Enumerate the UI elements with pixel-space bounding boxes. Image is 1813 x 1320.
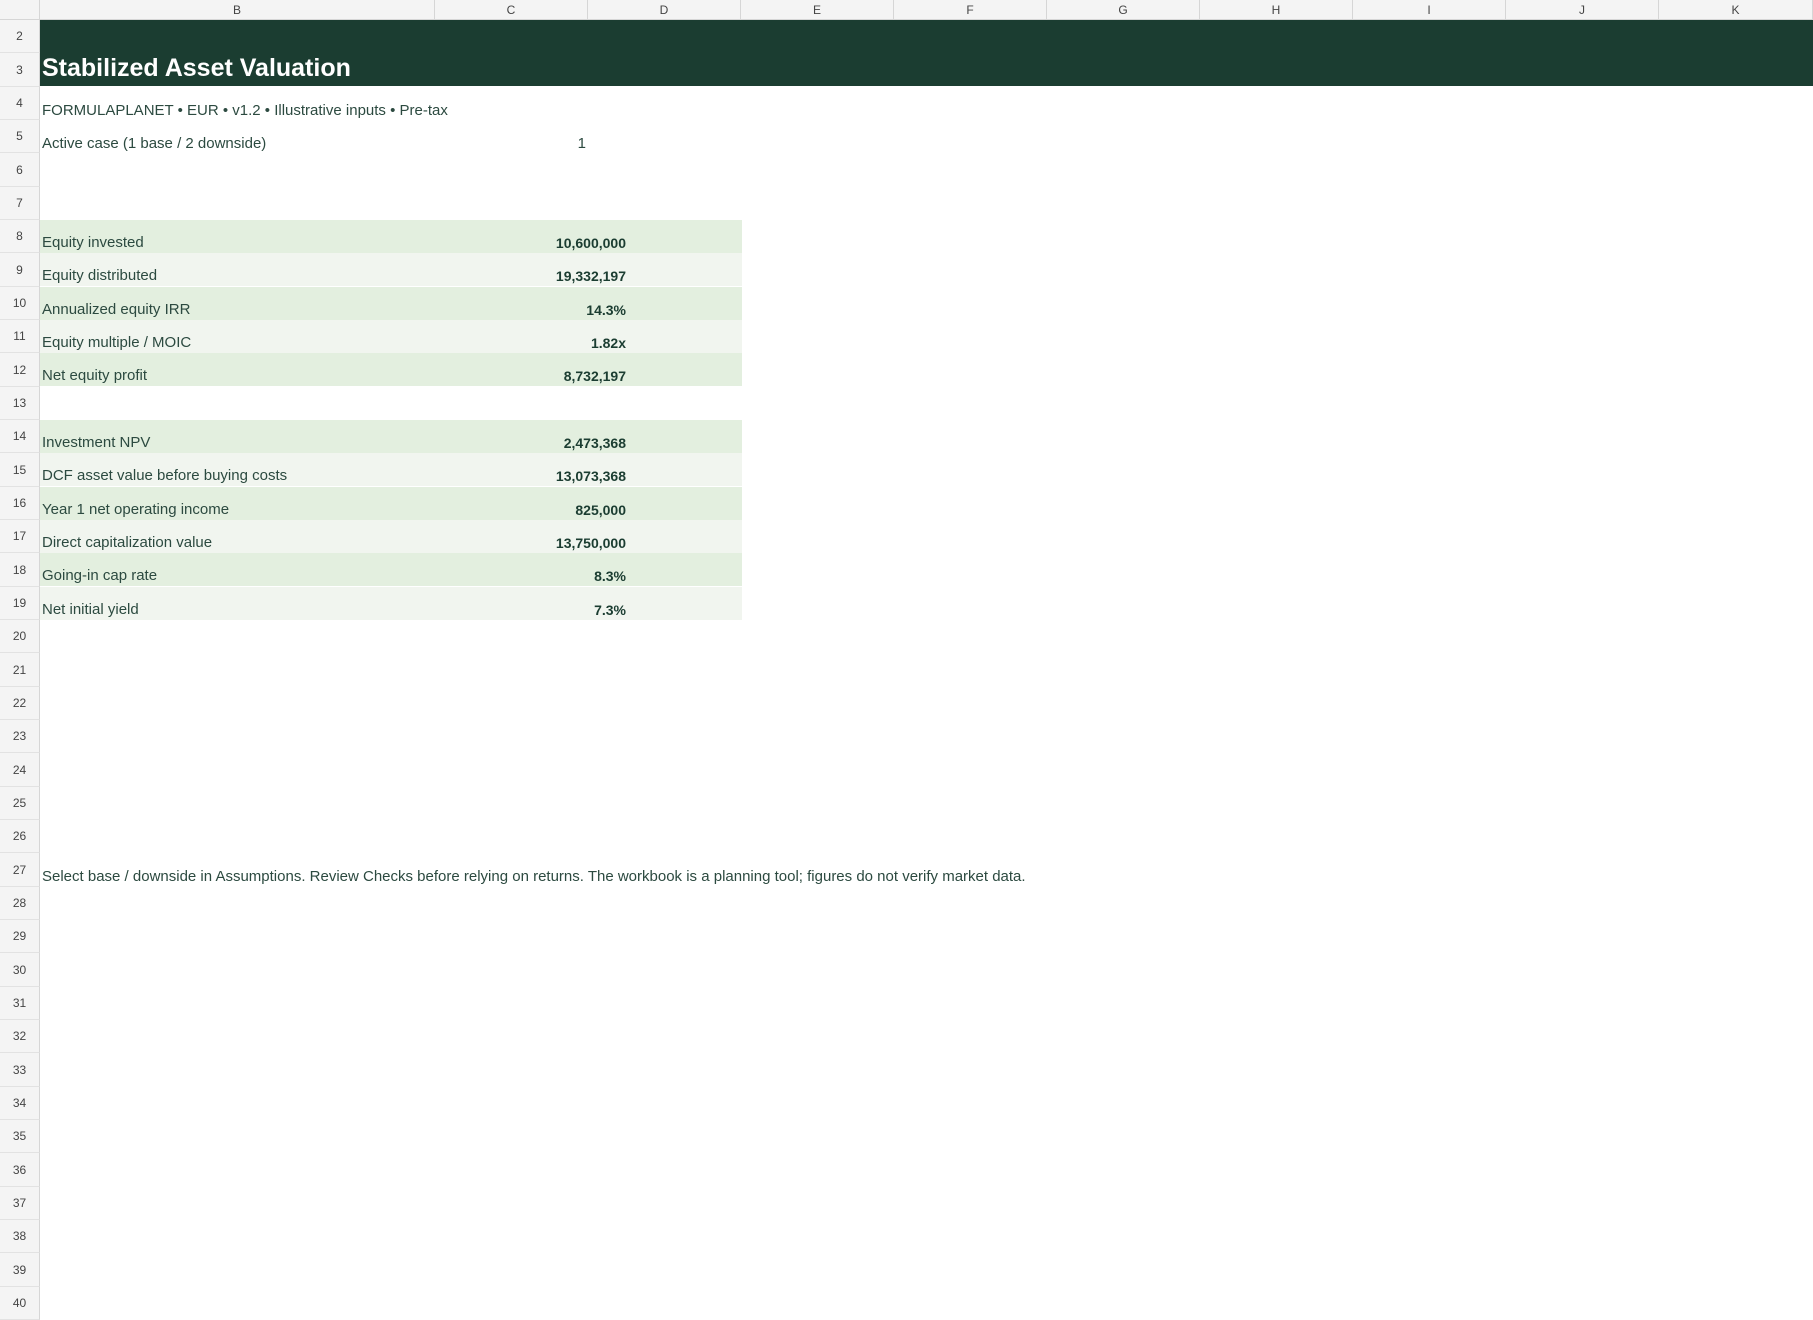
kpi-value: 13,750,000 — [555, 535, 626, 551]
kpi-value: 8,732,197 — [563, 368, 626, 384]
row-header[interactable]: 5 — [0, 120, 40, 153]
column-header-h[interactable]: H — [1200, 0, 1353, 20]
kpi-row-year1-noi[interactable]: Year 1 net operating income 825,000 — [40, 487, 742, 520]
column-header-c[interactable]: C — [435, 0, 588, 20]
row-header[interactable]: 23 — [0, 720, 40, 753]
row-header[interactable]: 3 — [0, 53, 40, 87]
row-header[interactable]: 12 — [0, 353, 40, 387]
row-header[interactable]: 25 — [0, 787, 40, 820]
subtitle: FORMULAPLANET • EUR • v1.2 • Illustrativ… — [42, 102, 448, 119]
column-header-k[interactable]: K — [1659, 0, 1813, 20]
kpi-row-direct-cap-value[interactable]: Direct capitalization value 13,750,000 — [40, 520, 742, 553]
row-header[interactable]: 30 — [0, 953, 40, 987]
kpi-label: Direct capitalization value — [42, 534, 213, 551]
kpi-row-going-in-cap-rate[interactable]: Going-in cap rate 8.3% — [40, 553, 742, 586]
row-header[interactable]: 28 — [0, 887, 40, 920]
row-header[interactable]: 24 — [0, 753, 40, 787]
kpi-value: 10,600,000 — [555, 235, 626, 251]
row-header[interactable]: 17 — [0, 520, 40, 553]
active-case-label: Active case (1 base / 2 downside) — [42, 135, 267, 152]
kpi-label: DCF asset value before buying costs — [42, 467, 288, 484]
row-header[interactable]: 40 — [0, 1287, 40, 1320]
kpi-label: Net initial yield — [42, 601, 139, 618]
row-header[interactable]: 4 — [0, 87, 40, 120]
page-title: Stabilized Asset Valuation — [42, 54, 351, 82]
row-header[interactable]: 36 — [0, 1153, 40, 1187]
row-header[interactable]: 26 — [0, 820, 40, 853]
kpi-row-investment-npv[interactable]: Investment NPV 2,473,368 — [40, 420, 742, 453]
row-header[interactable]: 19 — [0, 587, 40, 620]
kpi-value: 1.82x — [590, 335, 626, 351]
row-header[interactable]: 9 — [0, 253, 40, 287]
kpi-row-dcf-asset-value[interactable]: DCF asset value before buying costs 13,0… — [40, 453, 742, 486]
kpi-label: Net equity profit — [42, 367, 148, 384]
kpi-row-net-initial-yield[interactable]: Net initial yield 7.3% — [40, 587, 742, 620]
kpi-label: Equity multiple / MOIC — [42, 334, 192, 351]
row-header[interactable]: 33 — [0, 1053, 40, 1087]
row-header[interactable]: 11 — [0, 320, 40, 353]
spreadsheet: B C D E F G H I J K 2 3 4 5 6 7 8 9 10 11 12 13 14 15… — [0, 0, 1813, 1320]
column-header-f[interactable]: F — [894, 0, 1047, 20]
column-header-d[interactable]: D — [588, 0, 741, 20]
kpi-value: 7.3% — [594, 602, 626, 618]
row-header[interactable]: 21 — [0, 653, 40, 687]
row-header[interactable]: 37 — [0, 1187, 40, 1220]
kpi-label: Equity invested — [42, 234, 144, 251]
row-header[interactable]: 10 — [0, 287, 40, 320]
kpi-row-equity-irr[interactable]: Annualized equity IRR 14.3% — [40, 287, 742, 320]
column-header-j[interactable]: J — [1506, 0, 1659, 20]
row-header[interactable]: 13 — [0, 387, 40, 420]
active-case-value[interactable]: 1 — [500, 135, 586, 152]
kpi-value: 2,473,368 — [563, 435, 626, 451]
kpi-label: Investment NPV — [42, 434, 151, 451]
kpi-label: Going-in cap rate — [42, 567, 158, 584]
column-header-e[interactable]: E — [741, 0, 894, 20]
kpi-row-equity-multiple[interactable]: Equity multiple / MOIC 1.82x — [40, 320, 742, 353]
kpi-label: Year 1 net operating income — [42, 501, 230, 518]
kpi-value: 13,073,368 — [555, 468, 626, 484]
row-header[interactable]: 20 — [0, 620, 40, 653]
row-header[interactable]: 22 — [0, 687, 40, 720]
kpi-value: 14.3% — [586, 302, 626, 318]
row-header[interactable]: 31 — [0, 987, 40, 1020]
row-header[interactable]: 14 — [0, 420, 40, 453]
kpi-row-net-equity-profit[interactable]: Net equity profit 8,732,197 — [40, 353, 742, 386]
row-header[interactable]: 7 — [0, 187, 40, 220]
row-header[interactable]: 29 — [0, 920, 40, 953]
kpi-row-equity-invested[interactable]: Equity invested 10,600,000 — [40, 220, 742, 253]
row-header[interactable]: 35 — [0, 1120, 40, 1153]
kpi-label: Annualized equity IRR — [42, 301, 191, 318]
row-header[interactable]: 34 — [0, 1087, 40, 1120]
select-all-corner[interactable] — [0, 0, 40, 20]
kpi-value: 825,000 — [575, 502, 626, 518]
column-header-b[interactable]: B — [40, 0, 435, 20]
row-header[interactable]: 32 — [0, 1020, 40, 1053]
row-header[interactable]: 38 — [0, 1220, 40, 1253]
row-header[interactable]: 39 — [0, 1253, 40, 1287]
row-header[interactable]: 16 — [0, 487, 40, 520]
row-header[interactable]: 6 — [0, 153, 40, 187]
row-header[interactable]: 18 — [0, 553, 40, 587]
column-header-g[interactable]: G — [1047, 0, 1200, 20]
kpi-value: 19,332,197 — [555, 268, 626, 284]
kpi-value: 8.3% — [594, 568, 626, 584]
row-header[interactable]: 15 — [0, 453, 40, 487]
row-header[interactable]: 2 — [0, 20, 40, 53]
row-header[interactable]: 8 — [0, 220, 40, 253]
kpi-row-equity-distributed[interactable]: Equity distributed 19,332,197 — [40, 253, 742, 286]
footnote: Select base / downside in Assumptions. R… — [42, 868, 1026, 885]
row-header[interactable]: 27 — [0, 853, 40, 887]
column-header-i[interactable]: I — [1353, 0, 1506, 20]
kpi-label: Equity distributed — [42, 267, 158, 284]
